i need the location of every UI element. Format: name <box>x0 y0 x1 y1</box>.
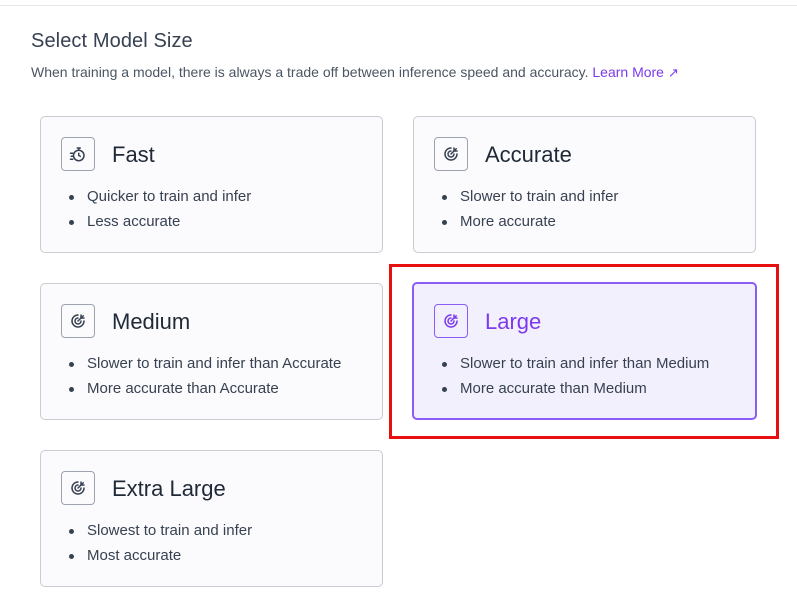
list-item: Slower to train and infer <box>441 184 618 209</box>
stopwatch-icon <box>61 137 95 171</box>
external-arrow-icon: ↗ <box>667 65 679 80</box>
list-item: More accurate than Accurate <box>68 376 341 401</box>
option-bullet-list: Slower to train and infer More accurate <box>441 184 618 234</box>
model-option-accurate[interactable]: Accurate Slower to train and infer More … <box>413 116 756 253</box>
list-item: More accurate than Medium <box>441 376 709 401</box>
page-title: Select Model Size <box>31 30 193 52</box>
option-title: Medium <box>112 309 191 334</box>
list-item: Most accurate <box>68 543 252 568</box>
option-title: Large <box>485 309 542 334</box>
option-bullet-list: Slowest to train and infer Most accurate <box>68 518 252 568</box>
target-icon <box>61 304 95 338</box>
top-divider <box>0 5 797 6</box>
learn-more-link[interactable]: Learn More ↗ <box>592 64 679 80</box>
subtitle-text: When training a model, there is always a… <box>31 64 589 80</box>
page-subtitle: When training a model, there is always a… <box>31 64 679 81</box>
learn-more-label: Learn More <box>592 64 664 80</box>
option-title: Fast <box>112 142 155 167</box>
list-item: Slowest to train and infer <box>68 518 252 543</box>
target-icon <box>434 304 468 338</box>
model-option-extra-large[interactable]: Extra Large Slowest to train and infer M… <box>40 450 383 587</box>
option-bullet-list: Slower to train and infer than Accurate … <box>68 351 341 401</box>
list-item: Slower to train and infer than Accurate <box>68 351 341 376</box>
list-item: Quicker to train and infer <box>68 184 251 209</box>
option-title: Extra Large <box>112 476 226 501</box>
model-option-medium[interactable]: Medium Slower to train and infer than Ac… <box>40 283 383 420</box>
model-option-fast[interactable]: Fast Quicker to train and infer Less acc… <box>40 116 383 253</box>
list-item: Slower to train and infer than Medium <box>441 351 709 376</box>
option-bullet-list: Slower to train and infer than Medium Mo… <box>441 351 709 401</box>
model-option-large[interactable]: Large Slower to train and infer than Med… <box>412 282 757 420</box>
option-title: Accurate <box>485 142 572 167</box>
list-item: More accurate <box>441 209 618 234</box>
list-item: Less accurate <box>68 209 251 234</box>
option-bullet-list: Quicker to train and infer Less accurate <box>68 184 251 234</box>
target-icon <box>61 471 95 505</box>
target-icon <box>434 137 468 171</box>
